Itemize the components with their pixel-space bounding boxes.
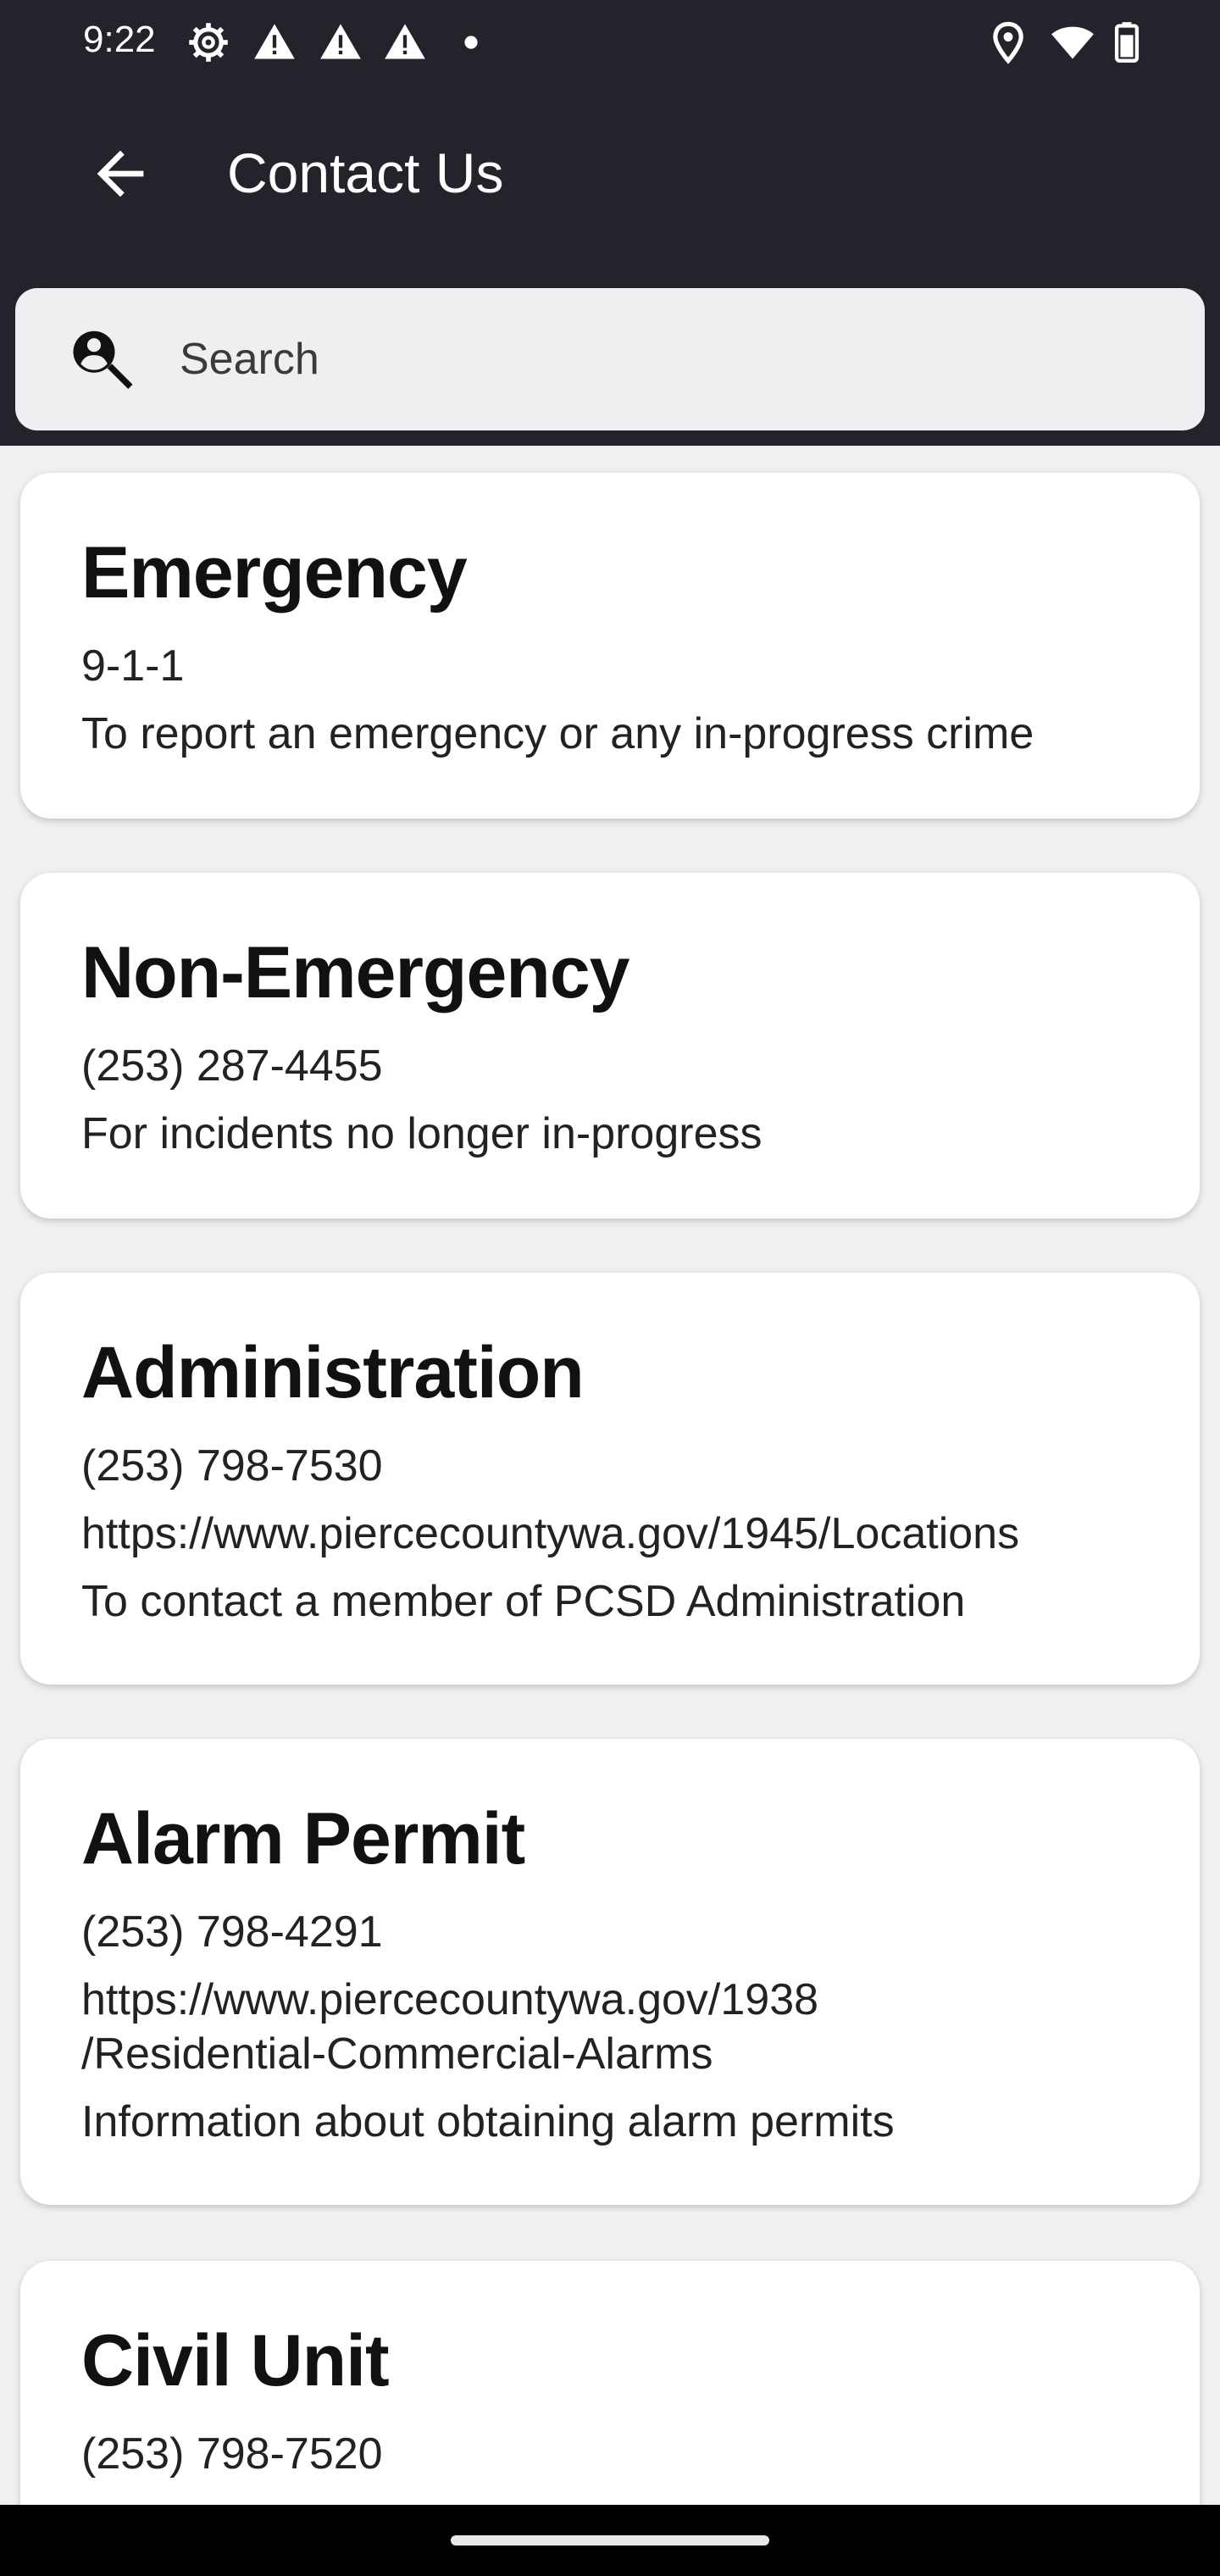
- back-button[interactable]: [78, 131, 163, 216]
- app-bar: Contact Us: [0, 85, 1220, 288]
- contact-description: For incidents no longer in-progress: [81, 1109, 762, 1158]
- contact-description: To report an emergency or any in-progres…: [81, 709, 1034, 758]
- alert-icon: [385, 24, 425, 59]
- alert-icon: [254, 24, 295, 59]
- contact-phone[interactable]: (253) 287-4455: [81, 1039, 1139, 1093]
- wifi-icon: [1051, 26, 1094, 59]
- contact-url[interactable]: https://www.piercecountywa.gov/1945/Loca…: [81, 1507, 1139, 1561]
- contact-url-line: https://www.piercecountywa.gov/1938: [81, 1975, 819, 2024]
- contact-title: Alarm Permit: [81, 1798, 525, 1879]
- contact-url[interactable]: https://www.piercecountywa.gov/1938 /Res…: [81, 1973, 1139, 2081]
- contact-card-emergency[interactable]: Emergency 9-1-1 To report an emergency o…: [20, 473, 1200, 819]
- settings-icon: [189, 23, 228, 62]
- contact-phone[interactable]: (253) 798-7530: [81, 1439, 1139, 1493]
- search-box[interactable]: [15, 288, 1205, 430]
- page-title: Contact Us: [227, 142, 504, 204]
- home-gesture-handle[interactable]: [451, 2535, 769, 2545]
- contact-phone[interactable]: 9-1-1: [81, 639, 1139, 693]
- contact-url-line: /Residential-Commercial-Alarms: [81, 2029, 713, 2079]
- status-bar: 9:22: [0, 0, 1220, 85]
- contact-phone[interactable]: (253) 798-7520: [81, 2427, 1139, 2481]
- person-search-icon: [73, 330, 133, 389]
- status-time: 9:22: [83, 19, 156, 60]
- contact-list[interactable]: Emergency 9-1-1 To report an emergency o…: [0, 446, 1220, 2505]
- contact-title: Civil Unit: [81, 2320, 390, 2401]
- search-bar-container: [0, 288, 1220, 446]
- system-nav-bar: [0, 2505, 1220, 2576]
- alert-icon: [320, 24, 361, 59]
- contact-title: Emergency: [81, 532, 468, 613]
- dot-icon: [464, 36, 478, 49]
- contact-description: To contact a member of PCSD Administrati…: [81, 1577, 966, 1626]
- contact-card-civil-unit[interactable]: Civil Unit (253) 798-7520: [20, 2261, 1200, 2505]
- contact-card-alarm-permit[interactable]: Alarm Permit (253) 798-4291 https://www.…: [20, 1739, 1200, 2205]
- arrow-left-icon: [97, 150, 144, 197]
- battery-icon: [1114, 22, 1140, 63]
- contact-card-non-emergency[interactable]: Non-Emergency (253) 287-4455 For inciden…: [20, 873, 1200, 1219]
- contact-card-administration[interactable]: Administration (253) 798-7530 https://ww…: [20, 1273, 1200, 1685]
- search-input[interactable]: [180, 325, 1154, 393]
- location-icon: [993, 21, 1023, 64]
- contact-phone[interactable]: (253) 798-4291: [81, 1905, 1139, 1959]
- contact-description: Information about obtaining alarm permit…: [81, 2097, 895, 2146]
- contact-title: Administration: [81, 1332, 585, 1413]
- contact-title: Non-Emergency: [81, 932, 630, 1013]
